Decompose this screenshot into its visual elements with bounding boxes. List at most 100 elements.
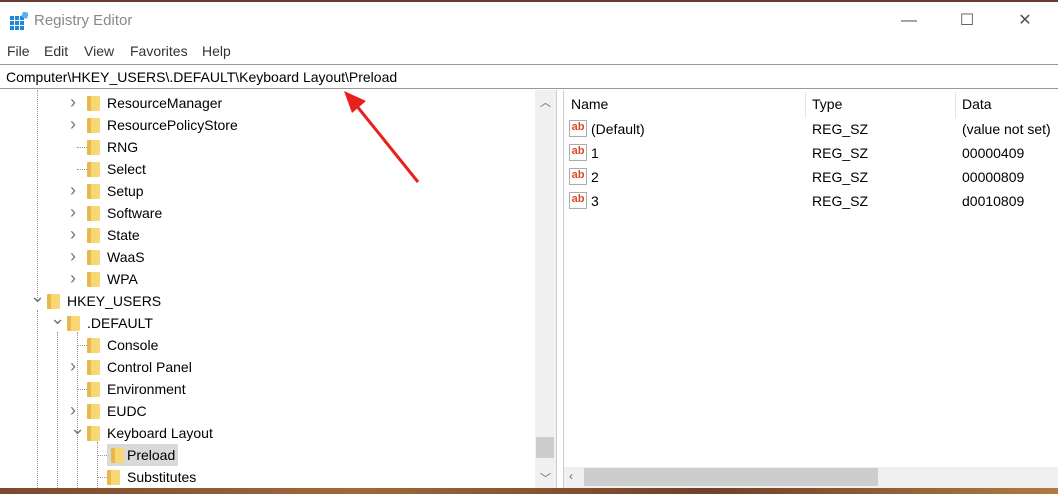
tree-scroll-thumb[interactable] <box>536 437 554 458</box>
tree-item-label: Keyboard Layout <box>107 425 213 441</box>
tree-item[interactable]: › State <box>0 224 535 246</box>
folder-icon <box>87 228 100 243</box>
value-name: (Default) <box>591 121 645 137</box>
tree-item-label: WaaS <box>107 249 145 265</box>
value-data: (value not set) <box>962 121 1051 137</box>
menu-file[interactable]: File <box>7 43 30 59</box>
menu-view[interactable]: View <box>84 43 114 59</box>
folder-icon <box>87 162 100 177</box>
folder-icon <box>47 294 60 309</box>
expand-chevron-icon[interactable]: › <box>70 180 82 200</box>
close-button[interactable]: ✕ <box>1002 8 1048 34</box>
collapse-chevron-icon[interactable]: ⌄ <box>70 418 85 438</box>
menu-bar: File Edit View Favorites Help <box>0 40 1058 62</box>
tree-item-label: Environment <box>107 381 186 397</box>
tree-item-label: Control Panel <box>107 359 192 375</box>
expand-chevron-icon[interactable]: › <box>70 114 82 134</box>
tree-item[interactable]: Select <box>0 158 535 180</box>
folder-icon <box>87 360 100 375</box>
folder-icon <box>87 250 100 265</box>
expand-chevron-icon[interactable]: › <box>70 246 82 266</box>
value-type: REG_SZ <box>812 145 869 161</box>
folder-icon <box>87 426 100 441</box>
address-path[interactable]: Computer\HKEY_USERS\.DEFAULT\Keyboard La… <box>6 69 397 85</box>
tree-item[interactable]: › Setup <box>0 180 535 202</box>
minimize-button[interactable]: — <box>886 8 932 34</box>
folder-icon <box>87 338 100 353</box>
tree-item-label: HKEY_USERS <box>67 293 162 309</box>
collapse-chevron-icon[interactable]: ⌄ <box>50 308 65 328</box>
tree-item[interactable]: › Control Panel <box>0 356 535 378</box>
expand-chevron-icon[interactable]: › <box>70 92 82 112</box>
collapse-chevron-icon[interactable]: ⌄ <box>30 286 45 306</box>
value-data: 00000809 <box>962 169 1025 185</box>
folder-icon <box>87 382 100 397</box>
tree-item-label: .DEFAULT <box>87 315 153 331</box>
red-annotation-arrow <box>344 91 420 183</box>
tree-vertical-scrollbar[interactable]: ︿ ﹀ <box>535 90 556 488</box>
folder-icon <box>87 96 100 111</box>
folder-icon <box>87 118 100 133</box>
scroll-down-arrow[interactable]: ﹀ <box>535 470 556 486</box>
tree-item-label: Substitutes <box>127 469 197 485</box>
folder-icon <box>87 184 100 199</box>
tree-item-label: WPA <box>107 271 138 287</box>
folder-icon <box>111 448 124 463</box>
string-value-icon: ab <box>569 168 587 185</box>
menu-favorites[interactable]: Favorites <box>130 43 188 59</box>
tree-item-label: RNG <box>107 139 139 155</box>
expand-chevron-icon[interactable]: › <box>70 224 82 244</box>
tree-item[interactable]: RNG <box>0 136 535 158</box>
tree-item[interactable]: Substitutes <box>0 466 535 488</box>
string-value-icon: ab <box>569 192 587 209</box>
tree-item[interactable]: › WaaS <box>0 246 535 268</box>
key-tree: › ResourceManager › ResourcePolicyStore RNG S… <box>0 90 557 488</box>
registry-editor-icon <box>10 12 28 30</box>
tree-item-label: Select <box>107 161 146 177</box>
tree-item[interactable]: Console <box>0 334 535 356</box>
tree-item[interactable]: › ResourceManager <box>0 92 535 114</box>
value-type: REG_SZ <box>812 193 869 209</box>
tree-item[interactable]: › WPA <box>0 268 535 290</box>
expand-chevron-icon[interactable]: › <box>70 356 82 376</box>
scroll-up-arrow[interactable]: ︿ <box>535 94 556 110</box>
desktop-edge-bottom <box>0 488 1058 494</box>
value-data: 00000409 <box>962 145 1025 161</box>
folder-icon <box>87 404 100 419</box>
menu-edit[interactable]: Edit <box>44 43 68 59</box>
value-data: d0010809 <box>962 193 1025 209</box>
address-bar[interactable]: Computer\HKEY_USERS\.DEFAULT\Keyboard La… <box>0 64 1058 89</box>
tree-item[interactable]: Environment <box>0 378 535 400</box>
window-title: Registry Editor <box>34 12 133 29</box>
expand-chevron-icon[interactable]: › <box>70 202 82 222</box>
expand-chevron-icon[interactable]: › <box>70 400 82 420</box>
tree-item[interactable]: › Software <box>0 202 535 224</box>
tree-item-label: ResourceManager <box>107 95 223 111</box>
value-type: REG_SZ <box>812 169 869 185</box>
string-value-icon: ab <box>569 120 587 137</box>
tree-item[interactable]: Preload <box>0 444 535 466</box>
value-name: 3 <box>591 193 599 209</box>
tree-item-label: Setup <box>107 183 144 199</box>
column-type[interactable]: Type <box>812 96 842 112</box>
tree-item-label: State <box>107 227 140 243</box>
value-name: 1 <box>591 145 599 161</box>
maximize-button[interactable]: ☐ <box>944 8 990 34</box>
tree-item[interactable]: ⌄ Keyboard Layout <box>0 418 535 444</box>
folder-icon <box>67 316 80 331</box>
expand-chevron-icon[interactable]: › <box>70 268 82 288</box>
value-type: REG_SZ <box>812 121 869 137</box>
scroll-left-arrow[interactable]: ‹ <box>569 469 573 483</box>
tree-item[interactable]: › ResourcePolicyStore <box>0 114 535 136</box>
column-name[interactable]: Name <box>571 96 608 112</box>
tree-item[interactable]: ⌄ HKEY_USERS <box>0 286 535 312</box>
tree-item[interactable]: ⌄ .DEFAULT <box>0 308 535 334</box>
value-name: 2 <box>591 169 599 185</box>
folder-icon <box>87 272 100 287</box>
menu-help[interactable]: Help <box>202 43 231 59</box>
string-value-icon: ab <box>569 144 587 161</box>
folder-icon <box>107 470 120 485</box>
column-data[interactable]: Data <box>962 96 992 112</box>
tree-item-label: Console <box>107 337 159 353</box>
list-scroll-thumb[interactable] <box>584 468 878 486</box>
